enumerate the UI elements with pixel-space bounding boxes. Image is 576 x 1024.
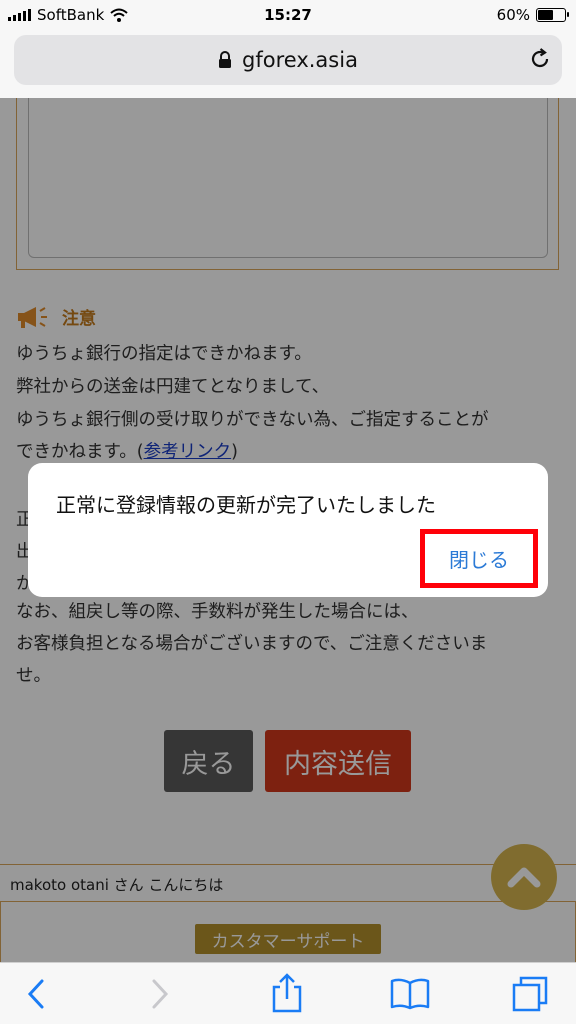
browser-chrome: gforex.asia <box>0 30 576 98</box>
status-right: 60% <box>496 6 569 24</box>
forward-icon[interactable] <box>148 977 172 1011</box>
status-bar: SoftBank 15:27 60% <box>0 0 576 30</box>
battery-fill <box>538 10 553 20</box>
battery-icon <box>536 8 569 22</box>
dialog-message: 正常に登録情報の更新が完了いたしました <box>56 493 436 517</box>
address-bar[interactable]: gforex.asia <box>14 35 562 85</box>
url-text: gforex.asia <box>242 48 358 72</box>
tabs-icon[interactable] <box>511 975 549 1013</box>
clock: 15:27 <box>264 6 312 24</box>
alert-dialog: 正常に登録情報の更新が完了いたしました 閉じる <box>28 463 548 597</box>
share-icon[interactable] <box>270 973 304 1013</box>
lock-icon <box>219 51 232 68</box>
close-button[interactable]: 閉じる <box>420 529 538 588</box>
browser-toolbar <box>0 962 576 1024</box>
battery-percent: 60% <box>496 6 530 24</box>
bookmarks-icon[interactable] <box>389 977 431 1011</box>
reload-icon[interactable] <box>528 47 552 71</box>
back-icon[interactable] <box>24 977 48 1011</box>
